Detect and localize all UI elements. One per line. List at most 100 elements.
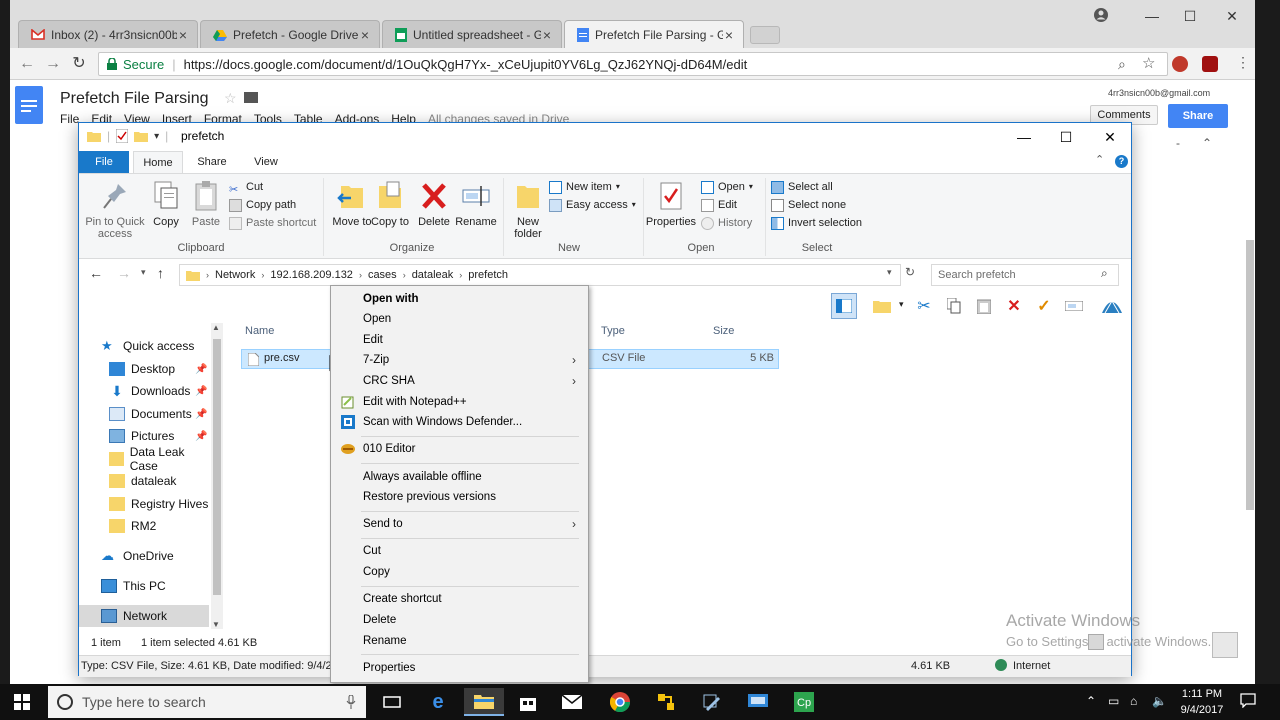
edit-button[interactable]: Edit (701, 196, 753, 214)
breadcrumb-network[interactable]: Network (215, 269, 255, 281)
copy-to-button[interactable]: Copy to (365, 180, 415, 228)
menu-create-shortcut[interactable]: Create shortcut (331, 589, 588, 609)
adblock-icon[interactable] (1172, 56, 1188, 72)
edge-icon[interactable]: e (418, 688, 458, 716)
select-all-button[interactable]: Select all (771, 178, 862, 196)
nav-pictures[interactable]: Pictures 📌 (79, 425, 209, 447)
chrome-icon[interactable] (600, 688, 640, 716)
menu-send-to[interactable]: Send to › (331, 514, 588, 534)
properties-button[interactable]: Properties (645, 180, 697, 228)
back-icon[interactable]: ← (18, 55, 36, 73)
menu-always-available-offline[interactable]: Always available offline (331, 467, 588, 487)
notifications-icon[interactable] (1240, 692, 1256, 708)
checkmark-icon[interactable]: ✓ (1031, 293, 1057, 319)
breadcrumb-cases[interactable]: cases (368, 269, 397, 281)
document-title[interactable]: Prefetch File Parsing (60, 90, 209, 108)
extension-icon[interactable] (1202, 56, 1218, 72)
notepad-icon[interactable] (692, 688, 732, 716)
maximize-icon[interactable]: ☐ (1168, 6, 1212, 26)
menu-open-with[interactable]: Open with (331, 289, 588, 309)
address-bar[interactable]: Secure | https://docs.google.com/documen… (98, 52, 1168, 76)
delete-icon[interactable]: ✕ (1001, 293, 1027, 319)
nav-quick-access[interactable]: ★ Quick access (79, 335, 209, 357)
nav-desktop[interactable]: Desktop 📌 (79, 358, 209, 380)
close-tab-icon[interactable]: × (359, 27, 371, 43)
network-tool-icon[interactable] (646, 688, 686, 716)
menu-scan-defender[interactable]: Scan with Windows Defender... (331, 412, 588, 432)
folder-icon[interactable] (244, 92, 258, 103)
nav-data-leak-case[interactable]: Data Leak Case (79, 445, 209, 473)
camtasia-icon[interactable]: Cp (784, 688, 824, 716)
select-none-button[interactable]: Select none (771, 196, 862, 214)
menu-010-editor[interactable]: 010 Editor (331, 439, 588, 459)
back-icon[interactable]: ← (89, 265, 103, 281)
menu-open[interactable]: Open (331, 309, 588, 329)
menu-file[interactable]: File (60, 112, 79, 126)
menu-delete[interactable]: Delete (331, 610, 588, 630)
menu-restore-previous-versions[interactable]: Restore previous versions (331, 487, 588, 507)
tab-home[interactable]: Home (133, 151, 183, 173)
task-view-icon[interactable] (372, 688, 412, 716)
cut-button[interactable]: ✂ Cut (229, 178, 316, 196)
view-folder-icon[interactable] (869, 293, 895, 319)
menu-7zip[interactable]: 7-Zip › (331, 350, 588, 370)
copy-icon[interactable] (941, 293, 967, 319)
close-icon[interactable]: ✕ (1089, 123, 1131, 151)
properties-icon[interactable] (116, 129, 129, 143)
tab-docs[interactable]: Prefetch File Parsing - Go × (564, 20, 744, 48)
maximize-icon[interactable]: ☐ (1045, 123, 1087, 151)
tray-chevron-icon[interactable]: ⌃ (1086, 694, 1096, 708)
remote-desktop-icon[interactable] (738, 688, 778, 716)
minimize-ribbon-icon[interactable]: ⌃ (1095, 153, 1104, 166)
easy-access-button[interactable]: Easy access ▾ (549, 196, 636, 214)
open-button[interactable]: Open ▾ (701, 178, 753, 196)
paste-icon[interactable] (971, 293, 997, 319)
nav-documents[interactable]: Documents 📌 (79, 403, 209, 425)
battery-icon[interactable]: ▭ (1108, 694, 1119, 708)
menu-edit-notepad-plus[interactable]: Edit with Notepad++ (331, 392, 588, 412)
tab-gmail[interactable]: Inbox (2) - 4rr3nsicn00b × (18, 20, 198, 48)
history-button[interactable]: History (701, 214, 753, 232)
breadcrumb-dataleak[interactable]: dataleak (412, 269, 454, 281)
menu-cut[interactable]: Cut (331, 541, 588, 561)
shell-icon[interactable] (1099, 293, 1125, 319)
tab-sheets[interactable]: Untitled spreadsheet - G × (382, 20, 562, 48)
new-folder-button[interactable]: New folder (503, 180, 553, 240)
breadcrumb-prefetch[interactable]: prefetch (468, 269, 508, 281)
menu-properties[interactable]: Properties (331, 658, 588, 678)
share-button[interactable]: Share (1168, 104, 1228, 128)
new-tab-button[interactable] (750, 26, 780, 44)
minimize-icon[interactable]: — (1003, 123, 1045, 151)
tab-drive[interactable]: Prefetch - Google Drive × (200, 20, 380, 48)
nav-onedrive[interactable]: ☁ OneDrive (79, 545, 209, 567)
details-view-icon[interactable] (1088, 634, 1104, 650)
windows-start-icon[interactable] (14, 694, 30, 710)
chrome-menu-icon[interactable]: ⋮ (1236, 54, 1250, 71)
docs-logo-icon[interactable] (15, 86, 43, 124)
new-folder-icon[interactable] (134, 130, 149, 142)
close-icon[interactable]: ✕ (1210, 6, 1254, 26)
nav-dataleak[interactable]: dataleak (79, 470, 209, 492)
docs-scrollbar[interactable] (1246, 240, 1254, 510)
cut-icon[interactable]: ✂ (911, 293, 937, 319)
menu-rename[interactable]: Rename (331, 631, 588, 651)
up-icon[interactable]: ↑ (157, 265, 164, 281)
mail-icon[interactable] (552, 688, 592, 716)
collapse-icon[interactable]: ⌃ (1202, 136, 1212, 150)
rename-icon[interactable] (1061, 293, 1087, 319)
close-tab-icon[interactable]: × (541, 27, 553, 43)
refresh-icon[interactable]: ↻ (905, 265, 915, 279)
menu-crc-sha[interactable]: CRC SHA › (331, 371, 588, 391)
tab-view[interactable]: View (241, 151, 291, 173)
column-type[interactable]: Type (601, 325, 625, 337)
view-dropdown-icon[interactable]: ▾ (899, 299, 904, 310)
new-item-button[interactable]: New item ▾ (549, 178, 636, 196)
search-input[interactable]: Search prefetch (931, 264, 1119, 286)
network-status-icon[interactable]: ⌂ (1130, 694, 1137, 708)
forward-icon[interactable]: → (44, 55, 62, 73)
column-name[interactable]: Name (245, 325, 274, 337)
store-icon[interactable] (508, 688, 548, 716)
paste-button[interactable]: Paste (181, 180, 231, 228)
address-dropdown-icon[interactable]: ▾ (887, 267, 892, 278)
rename-button[interactable]: Rename (451, 180, 501, 228)
